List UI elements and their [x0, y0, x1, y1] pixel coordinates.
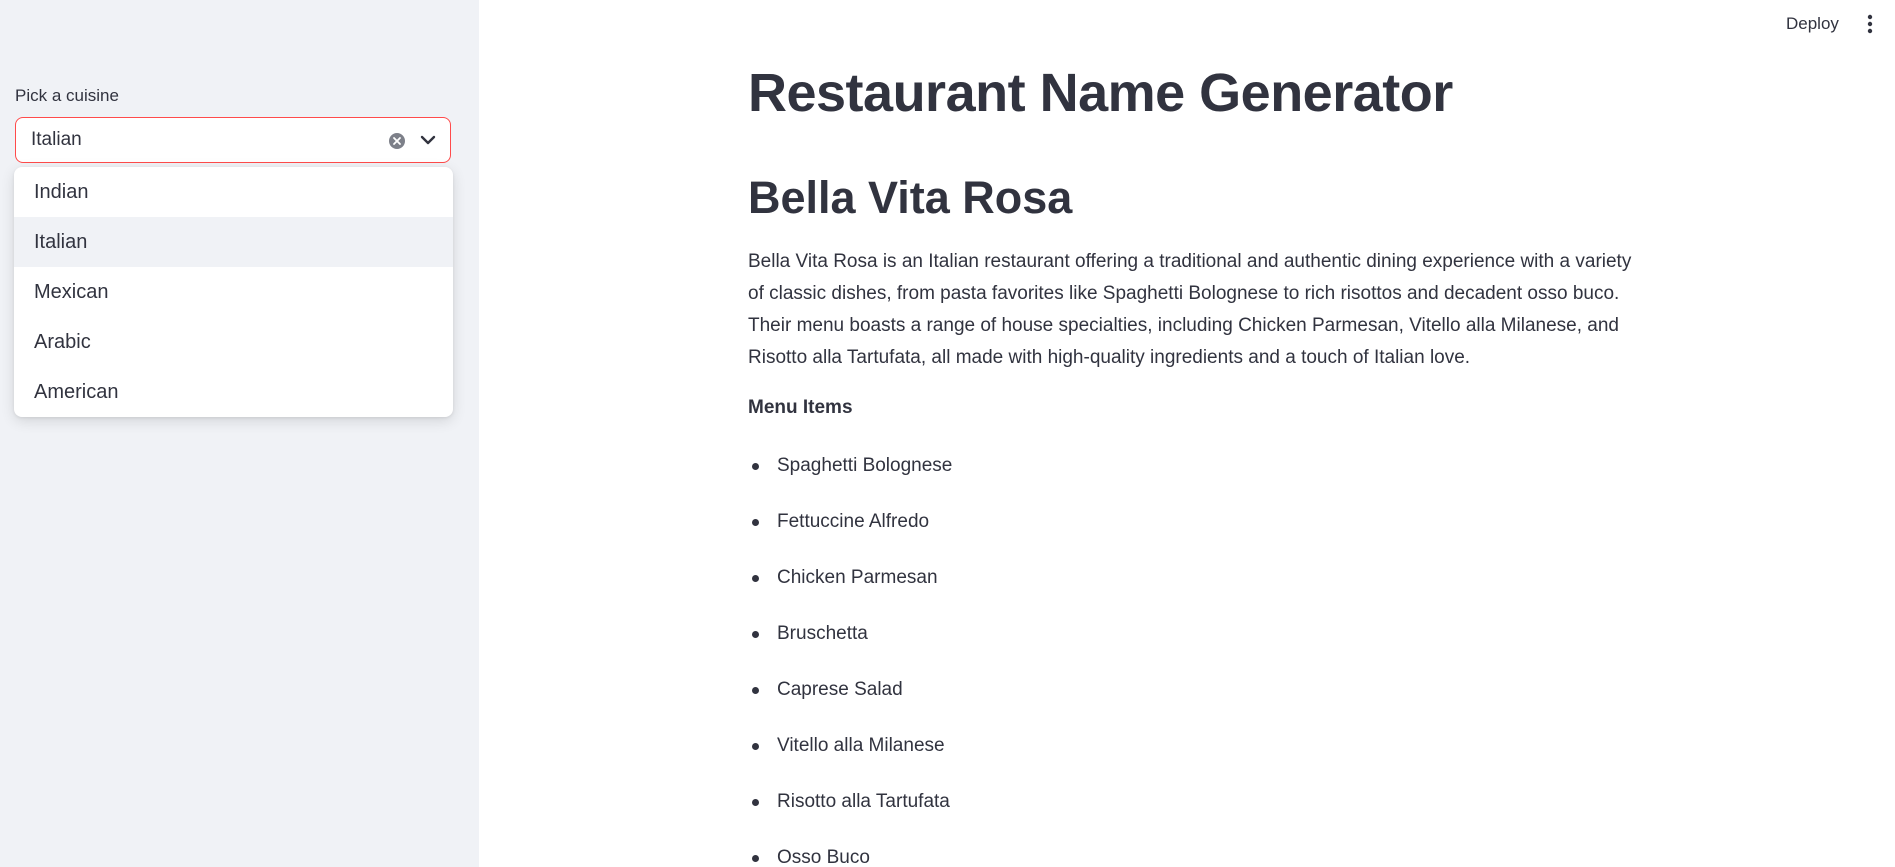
clear-circle-icon[interactable]	[388, 132, 406, 150]
page-title: Restaurant Name Generator	[748, 63, 1453, 123]
cuisine-select[interactable]: Italian	[15, 117, 451, 163]
menu-item: Vitello alla Milanese	[748, 731, 952, 787]
menu-item: Risotto alla Tartufata	[748, 787, 952, 843]
menu-items-list: Spaghetti Bolognese Fettuccine Alfredo C…	[748, 451, 952, 867]
option-mexican[interactable]: Mexican	[14, 267, 453, 317]
menu-items-heading: Menu Items	[748, 397, 853, 418]
deploy-button[interactable]: Deploy	[1786, 14, 1839, 34]
restaurant-description: Bella Vita Rosa is an Italian restaurant…	[748, 251, 1632, 368]
app-root: Pick a cuisine Italian Indian Italian Me…	[0, 0, 1895, 867]
menu-item: Caprese Salad	[748, 675, 952, 731]
cuisine-select-label: Pick a cuisine	[15, 86, 119, 105]
cuisine-select-value: Italian	[31, 129, 82, 150]
kebab-menu-icon[interactable]	[1862, 12, 1878, 36]
menu-item: Osso Buco	[748, 843, 952, 867]
menu-item: Spaghetti Bolognese	[748, 451, 952, 507]
option-indian[interactable]: Indian	[14, 167, 453, 217]
option-arabic[interactable]: Arabic	[14, 317, 453, 367]
option-american[interactable]: American	[14, 367, 453, 417]
menu-item: Bruschetta	[748, 619, 952, 675]
restaurant-name-heading: Bella Vita Rosa	[748, 172, 1073, 223]
chevron-down-icon[interactable]	[418, 130, 438, 150]
cuisine-dropdown-list: Indian Italian Mexican Arabic American	[14, 167, 453, 417]
sidebar: Pick a cuisine Italian Indian Italian Me…	[0, 0, 479, 867]
menu-item: Chicken Parmesan	[748, 563, 952, 619]
menu-item: Fettuccine Alfredo	[748, 507, 952, 563]
option-italian[interactable]: Italian	[14, 217, 453, 267]
